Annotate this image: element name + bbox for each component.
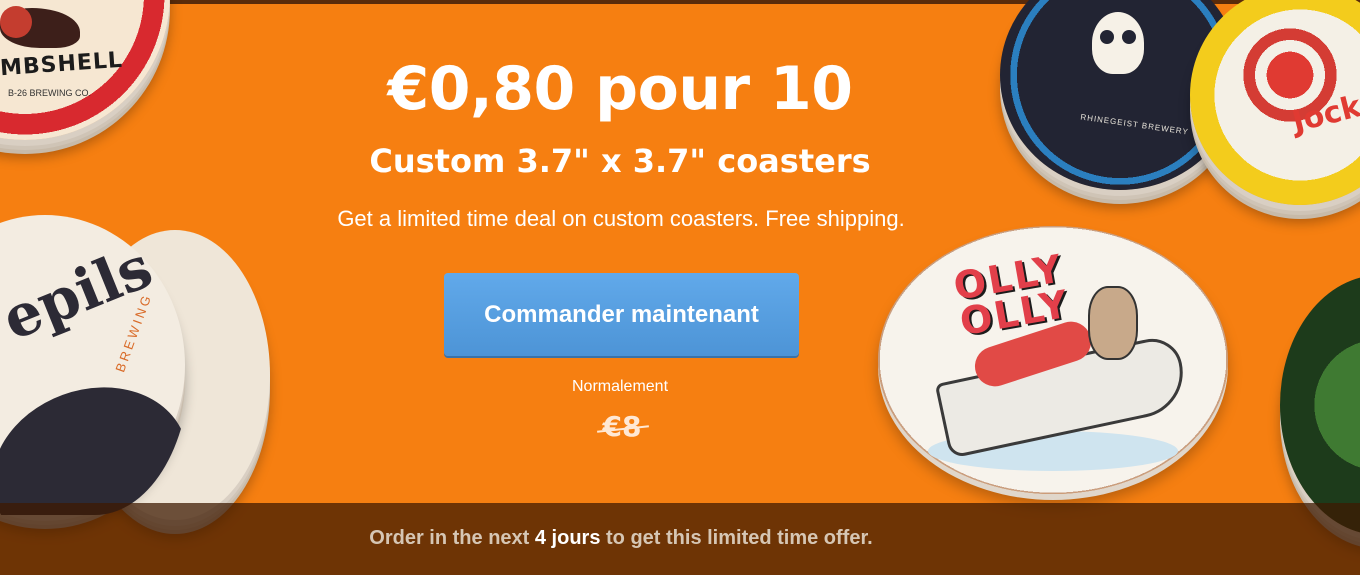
- offer-content: €0,80 pour 10 Custom 3.7" x 3.7" coaster…: [0, 0, 1360, 500]
- promo-banner: MBSHELL B-26 BREWING CO. epils BREWING R…: [0, 0, 1360, 575]
- countdown-bar: Order in the next 4 jours to get this li…: [0, 503, 1360, 575]
- normally-label: Normalement: [571, 378, 669, 395]
- offer-headline: €0,80 pour 10: [387, 54, 853, 124]
- countdown-prefix: Order in the next: [369, 527, 530, 549]
- order-now-button[interactable]: Commander maintenant: [444, 273, 799, 356]
- countdown-suffix: to get this limited time offer.: [606, 527, 873, 549]
- countdown-time: 4 jours: [534, 527, 601, 549]
- offer-subheadline: Custom 3.7" x 3.7" coasters: [369, 142, 871, 180]
- offer-description: Get a limited time deal on custom coaste…: [337, 206, 905, 231]
- countdown-text: Order in the next 4 jours to get this li…: [0, 527, 1242, 550]
